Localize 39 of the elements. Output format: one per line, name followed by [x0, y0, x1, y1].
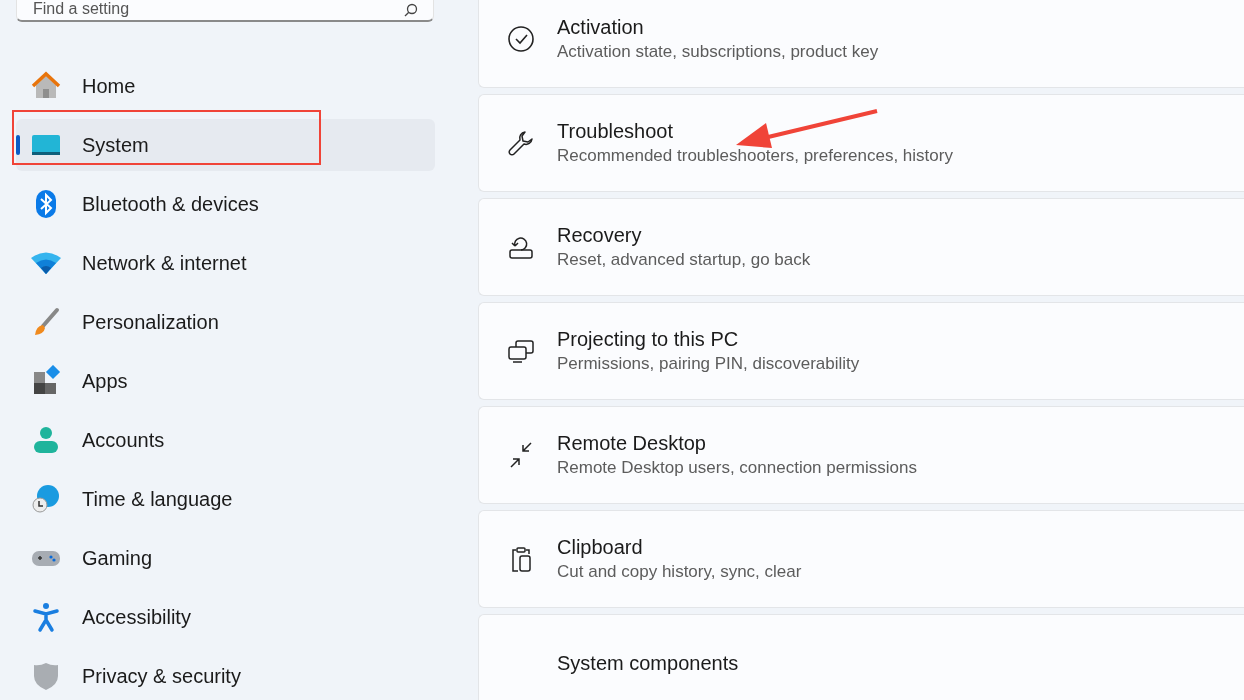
sidebar-item[interactable]: Privacy & security	[16, 650, 435, 700]
setting-description: Recommended troubleshooters, preferences, history	[557, 146, 953, 166]
setting-description: Cut and copy history, sync, clear	[557, 562, 802, 582]
sidebar-item[interactable]: Apps	[16, 355, 435, 407]
settings-card[interactable]: Troubleshoot Recommended troubleshooters, preferences, history	[478, 94, 1244, 192]
setting-description: Remote Desktop users, connection permissions	[557, 458, 917, 478]
sidebar-item[interactable]: Gaming	[16, 532, 435, 584]
settings-card[interactable]: Clipboard Cut and copy history, sync, clear	[478, 510, 1244, 608]
setting-title: Recovery	[557, 224, 642, 247]
setting-title: Troubleshoot	[557, 120, 673, 143]
settings-card[interactable]: System components	[478, 614, 1244, 700]
sidebar-item[interactable]: Network & internet	[16, 237, 435, 289]
checkmark-circle-icon	[507, 25, 535, 53]
setting-description: Permissions, pairing PIN, discoverability	[557, 354, 860, 374]
setting-description: Reset, advanced startup, go back	[557, 250, 811, 270]
setting-title: System components	[557, 651, 739, 675]
wrench-icon	[507, 129, 535, 157]
setting-title: Clipboard	[557, 536, 643, 559]
sidebar-item[interactable]: Home	[16, 60, 435, 112]
screens-icon	[507, 337, 535, 365]
setting-title: Activation	[557, 16, 644, 39]
search-icon	[404, 3, 418, 17]
setting-title: Remote Desktop	[557, 432, 706, 455]
selection-indicator	[16, 135, 20, 155]
accessibility-icon	[30, 601, 62, 633]
search-field[interactable]: Find a setting	[16, 0, 434, 22]
settings-card[interactable]: Recovery Reset, advanced startup, go back	[478, 198, 1244, 296]
globe-clock-icon	[30, 483, 62, 515]
sidebar-item[interactable]: System	[16, 119, 435, 171]
sidebar-item[interactable]: Bluetooth & devices	[16, 178, 435, 230]
sidebar-item[interactable]: Time & language	[16, 473, 435, 525]
sidebar-item[interactable]: Personalization	[16, 296, 435, 348]
setting-title: Projecting to this PC	[557, 328, 739, 351]
settings-card[interactable]: Activation Activation state, subscriptions, product key	[478, 0, 1244, 88]
sidebar-item[interactable]: Accessibility	[16, 591, 435, 643]
settings-card[interactable]: Remote Desktop Remote Desktop users, connection permissions	[478, 406, 1244, 504]
settings-card[interactable]: Projecting to this PC Permissions, pairing PIN, discoverability	[478, 302, 1244, 400]
sidebar-item[interactable]: Accounts	[16, 414, 435, 466]
setting-description: Activation state, subscriptions, product key	[557, 42, 879, 62]
